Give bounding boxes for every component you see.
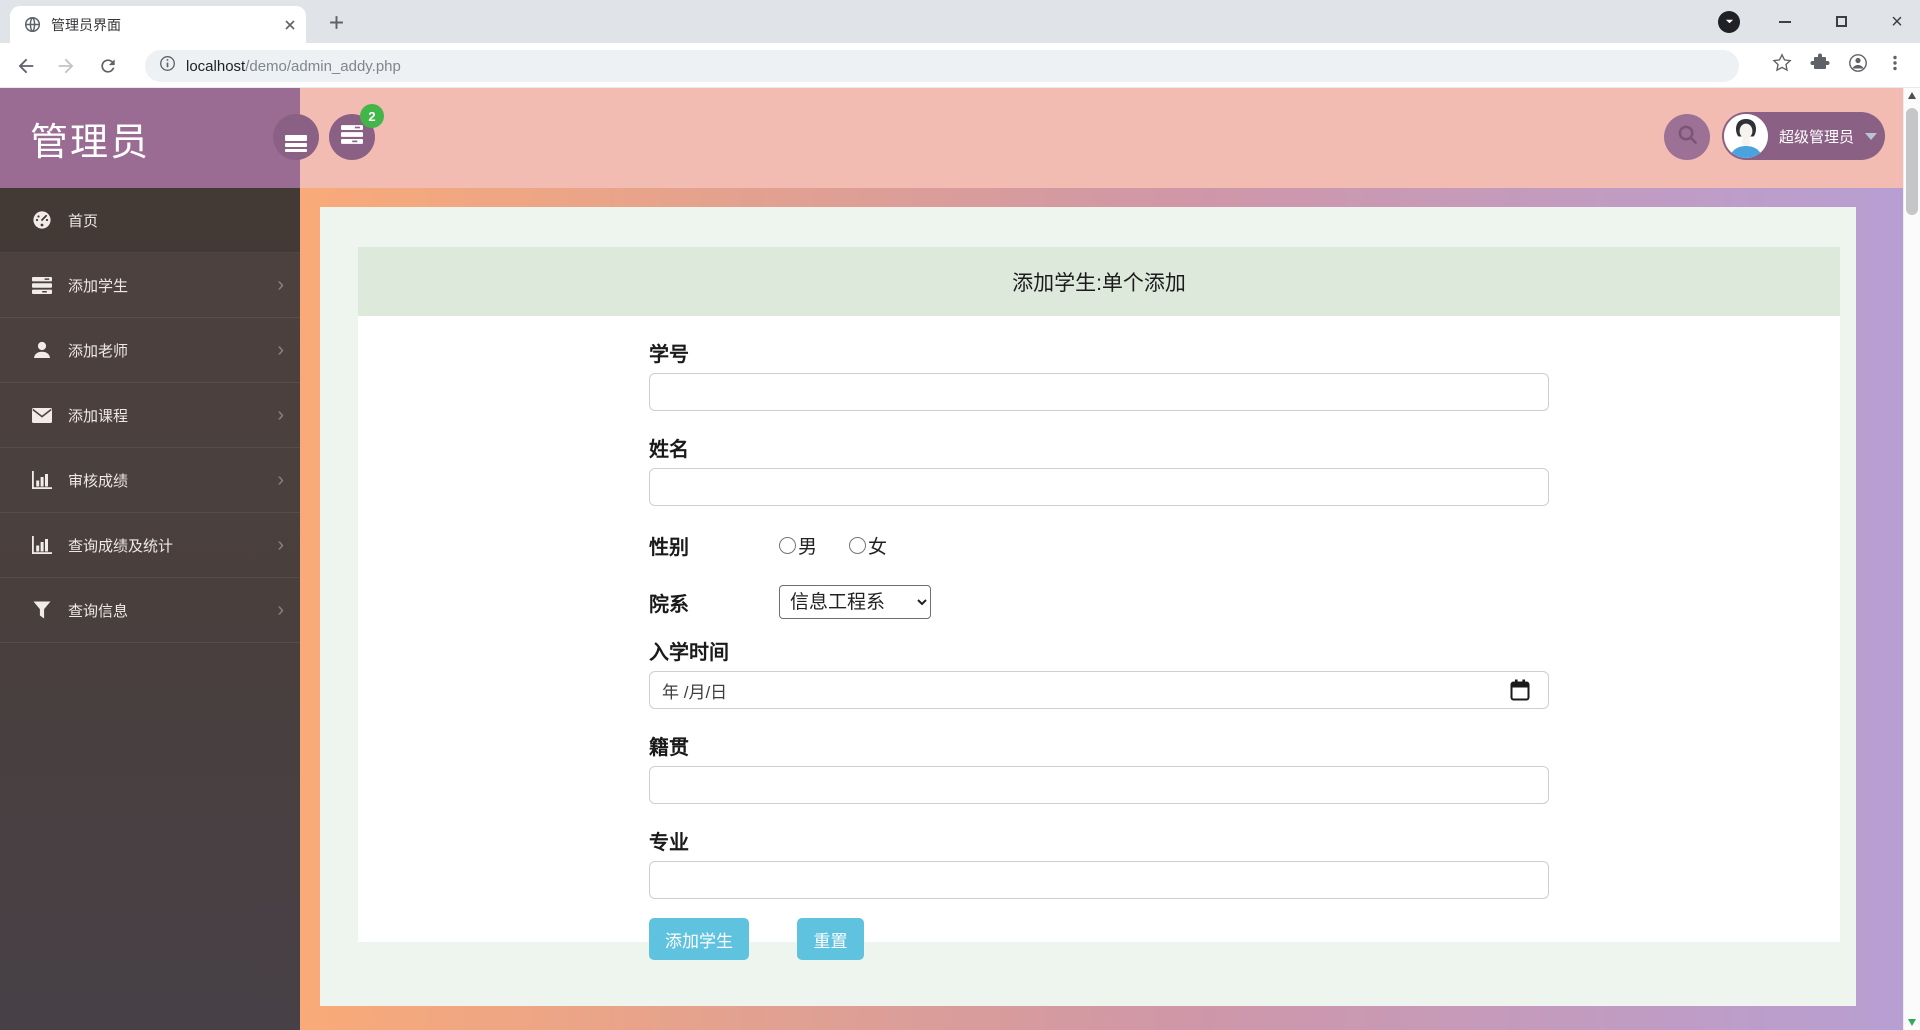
chevron-right-icon: › xyxy=(277,469,284,491)
bookmark-star-icon[interactable] xyxy=(1772,53,1792,73)
user-icon xyxy=(30,341,54,359)
chevron-right-icon: › xyxy=(277,339,284,361)
sidebar-item-label: 添加课程 xyxy=(68,407,129,425)
gender-row: 性别 男 女 xyxy=(649,527,1549,563)
major-input[interactable] xyxy=(649,861,1549,899)
department-select[interactable]: 信息工程系 xyxy=(779,585,931,619)
tasks-icon xyxy=(341,125,363,149)
main-content: 添加学生:单个添加 学号 姓名 性别 男 女 院系 信息工程系 入学时间 年 /… xyxy=(300,188,1920,1030)
sidebar-item-add-student[interactable]: 添加学生 › xyxy=(0,253,300,318)
globe-favicon-icon xyxy=(24,16,41,33)
gender-male-label[interactable]: 男 xyxy=(798,532,817,559)
media-control-icon[interactable] xyxy=(1712,5,1746,39)
hometown-label: 籍贯 xyxy=(649,737,689,759)
reset-button[interactable]: 重置 xyxy=(797,918,864,960)
notification-count-badge: 2 xyxy=(360,104,384,128)
chevron-right-icon: › xyxy=(277,534,284,556)
browser-menu-icon[interactable] xyxy=(1886,54,1904,72)
close-window-button[interactable]: × xyxy=(1880,5,1914,39)
chevron-right-icon: › xyxy=(277,404,284,426)
extensions-puzzle-icon[interactable] xyxy=(1810,53,1830,73)
student-id-input[interactable] xyxy=(649,373,1549,411)
sidebar: 管理员 首页 添加学生 › 添加老师 › 添加课程 › 审核成绩 › 查询成绩及… xyxy=(0,88,300,1030)
name-input[interactable] xyxy=(649,468,1549,506)
sidebar-item-label: 查询信息 xyxy=(68,602,129,620)
add-student-form: 学号 姓名 性别 男 女 院系 信息工程系 入学时间 年 /月/日 籍贯 专业 … xyxy=(358,316,1840,960)
chevron-right-icon: › xyxy=(277,274,284,296)
dashboard-icon xyxy=(30,210,54,230)
content-card: 添加学生:单个添加 学号 姓名 性别 男 女 院系 信息工程系 入学时间 年 /… xyxy=(320,207,1856,1006)
chevron-down-icon xyxy=(1865,132,1878,140)
maximize-button[interactable] xyxy=(1824,5,1858,39)
sidebar-toggle-button[interactable] xyxy=(273,114,319,160)
url-bar[interactable]: localhost/demo/admin_addy.php xyxy=(145,50,1739,82)
sidebar-item-add-teacher[interactable]: 添加老师 › xyxy=(0,318,300,383)
sidebar-brand: 管理员 xyxy=(0,88,300,188)
hometown-input[interactable] xyxy=(649,766,1549,804)
avatar xyxy=(1724,114,1768,158)
browser-toolbar: localhost/demo/admin_addy.php xyxy=(0,43,1920,88)
name-label: 姓名 xyxy=(649,439,689,461)
sidebar-item-query-grades[interactable]: 查询成绩及统计 › xyxy=(0,513,300,578)
gender-female-label[interactable]: 女 xyxy=(868,532,887,559)
sidebar-item-label: 审核成绩 xyxy=(68,472,129,490)
new-tab-button[interactable] xyxy=(324,10,348,34)
gender-label: 性别 xyxy=(649,536,689,559)
search-button[interactable] xyxy=(1664,114,1710,160)
student-id-label: 学号 xyxy=(649,344,689,366)
bar-chart-icon xyxy=(30,536,54,554)
window-controls: × xyxy=(1712,0,1914,43)
gender-female-radio[interactable] xyxy=(849,536,867,554)
department-row: 院系 信息工程系 xyxy=(649,584,1549,620)
browser-tab-strip: 管理员界面 × xyxy=(0,0,1920,43)
sidebar-item-label: 首页 xyxy=(68,212,99,230)
scrollbar-thumb[interactable] xyxy=(1906,108,1918,215)
sidebar-item-label: 添加老师 xyxy=(68,342,129,360)
sidebar-item-label: 添加学生 xyxy=(68,277,129,295)
profile-icon[interactable] xyxy=(1848,53,1868,73)
sidebar-item-add-course[interactable]: 添加课程 › xyxy=(0,383,300,448)
add-student-button[interactable]: 添加学生 xyxy=(649,918,749,960)
sidebar-item-query-info[interactable]: 查询信息 › xyxy=(0,578,300,643)
enroll-date-label: 入学时间 xyxy=(649,642,729,664)
enroll-date-input[interactable]: 年 /月/日 xyxy=(649,671,1549,709)
refresh-icon[interactable] xyxy=(96,54,120,78)
user-menu[interactable]: 超级管理员 xyxy=(1722,112,1885,160)
minimize-button[interactable] xyxy=(1768,5,1802,39)
envelope-icon xyxy=(30,407,54,423)
gender-male-radio[interactable] xyxy=(779,536,796,554)
forward-icon[interactable] xyxy=(54,54,78,78)
filter-icon xyxy=(30,601,54,619)
url-text: localhost/demo/admin_addy.php xyxy=(186,57,401,75)
page-scrollbar[interactable] xyxy=(1903,88,1920,1030)
scroll-up-arrow-icon[interactable] xyxy=(1908,92,1916,99)
search-icon xyxy=(1677,124,1698,150)
tab-title: 管理员界面 xyxy=(51,16,121,33)
tab-close-icon[interactable] xyxy=(284,19,296,31)
hamburger-icon xyxy=(285,135,307,153)
calendar-icon[interactable] xyxy=(1510,679,1530,706)
tasks-icon xyxy=(30,276,54,294)
browser-tab[interactable]: 管理员界面 xyxy=(10,6,306,43)
admin-name: 超级管理员 xyxy=(1779,128,1855,146)
topbar: 2 超级管理员 xyxy=(273,88,1920,188)
form-title: 添加学生:单个添加 xyxy=(358,247,1840,316)
sidebar-item-label: 查询成绩及统计 xyxy=(68,537,174,555)
back-icon[interactable] xyxy=(14,54,38,78)
notifications-button[interactable]: 2 xyxy=(329,104,384,160)
scroll-down-arrow-icon[interactable] xyxy=(1908,1019,1916,1026)
department-label: 院系 xyxy=(649,593,689,616)
sidebar-item-review-grades[interactable]: 审核成绩 › xyxy=(0,448,300,513)
sidebar-item-home[interactable]: 首页 xyxy=(0,188,300,253)
site-info-icon[interactable] xyxy=(159,55,176,77)
date-placeholder: 年 /月/日 xyxy=(662,682,728,702)
major-label: 专业 xyxy=(649,832,689,854)
chevron-right-icon: › xyxy=(277,599,284,621)
bar-chart-icon xyxy=(30,471,54,489)
